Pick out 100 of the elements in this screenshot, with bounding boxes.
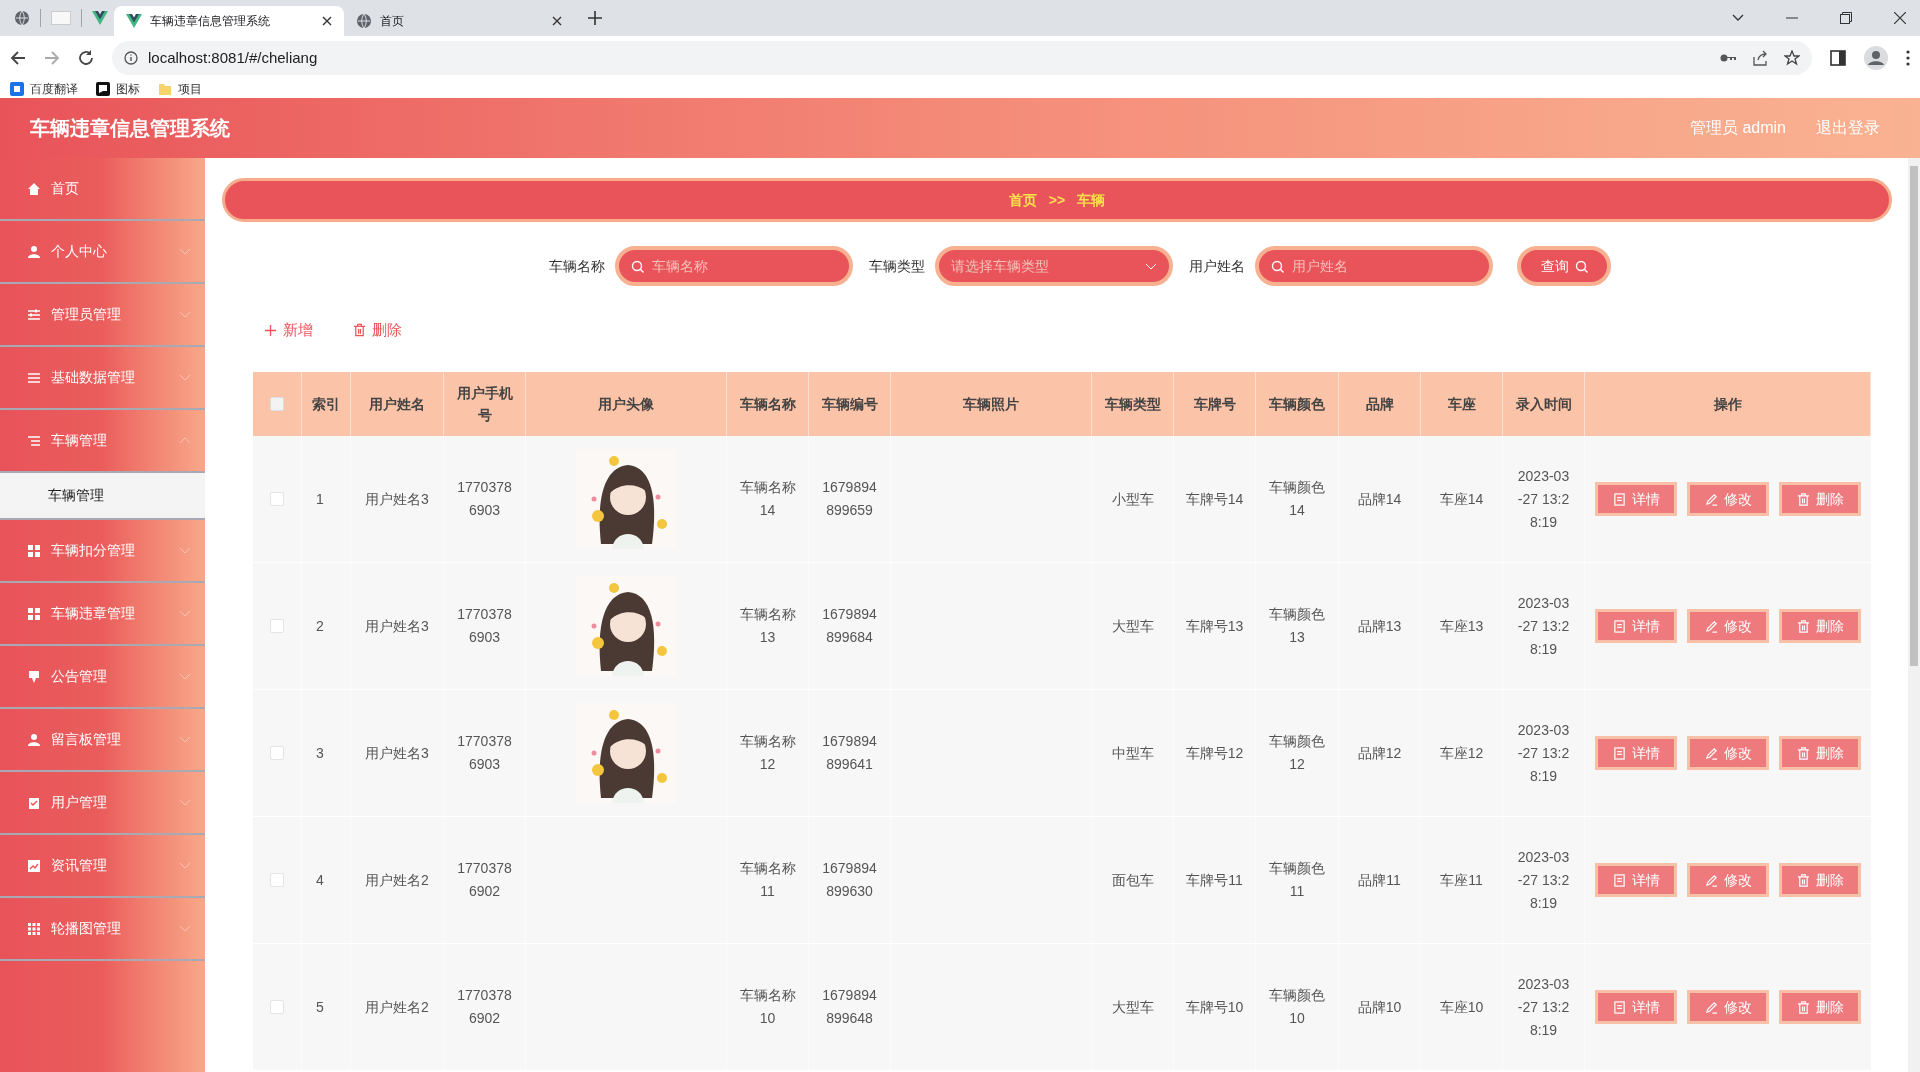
reload-icon[interactable]	[78, 50, 94, 66]
document-icon	[1612, 1000, 1626, 1014]
breadcrumb-link[interactable]: 首页	[1008, 189, 1037, 211]
browser-tab[interactable]: 首页	[344, 6, 574, 36]
back-icon[interactable]	[10, 50, 26, 66]
delete-button[interactable]: 删除	[1779, 990, 1861, 1024]
chevron-down-icon	[179, 373, 191, 382]
person-icon	[27, 732, 41, 747]
breadcrumb-link[interactable]: 车辆	[1077, 189, 1106, 211]
bookmark-link[interactable]: 图标	[116, 80, 140, 98]
document-icon	[1612, 873, 1626, 887]
table-cell-text: 3	[316, 743, 324, 763]
table-cell-text: 车辆名称10	[738, 986, 797, 1028]
table-cell-text: 品牌13	[1357, 616, 1402, 636]
table-cell-text: 车辆颜色13	[1268, 605, 1326, 647]
detail-button[interactable]: 详情	[1595, 863, 1677, 897]
table-cell-text: 5	[316, 997, 324, 1017]
v-logo-icon[interactable]	[92, 11, 108, 25]
row-checkbox[interactable]	[270, 873, 284, 887]
table-cell-text: 17703786903	[456, 732, 513, 774]
search-field[interactable]: 车辆名称	[615, 246, 853, 286]
logout-link[interactable]: 退出登录	[1816, 116, 1880, 140]
key-icon[interactable]	[1720, 53, 1736, 63]
search-field[interactable]: 用户姓名	[1255, 246, 1493, 286]
trash-icon	[1796, 492, 1810, 506]
table-cell-text: 车辆名称11	[738, 859, 797, 901]
bookmark-link[interactable]: 项目	[178, 80, 202, 98]
document-icon	[1612, 746, 1626, 760]
select-field[interactable]: 请选择车辆类型	[935, 246, 1173, 286]
chevron-down-icon	[179, 735, 191, 744]
edit-button[interactable]: 修改	[1687, 609, 1769, 643]
table-cell-text: 车辆颜色14	[1268, 478, 1326, 520]
pencil-icon	[1704, 492, 1718, 506]
row-checkbox[interactable]	[270, 746, 284, 760]
address-bar[interactable]: localhost:8081/#/cheliang	[112, 41, 1812, 75]
edit-button[interactable]: 修改	[1687, 482, 1769, 516]
table-cell-text: 大型车	[1111, 997, 1154, 1017]
delete-button[interactable]: 删除	[1779, 736, 1861, 770]
star-icon[interactable]	[1784, 50, 1800, 66]
edit-button[interactable]: 修改	[1687, 863, 1769, 897]
share-icon[interactable]	[1752, 50, 1768, 66]
document-icon	[1612, 619, 1626, 633]
table-cell-text: 车牌号12	[1185, 743, 1244, 763]
submenu-item[interactable]: 车辆管理	[0, 473, 205, 520]
close-tab-icon[interactable]	[552, 16, 562, 26]
chevron-down-icon[interactable]	[1732, 14, 1744, 22]
menu-icon[interactable]	[1906, 50, 1910, 66]
table-cell-text: 1	[316, 489, 324, 509]
table-cell-text: 2023-03-27 13:28:19	[1516, 974, 1571, 1040]
bookmark-link[interactable]: 百度翻译	[30, 80, 78, 98]
restore-icon[interactable]	[1840, 12, 1852, 24]
table-cell-text: 2023-03-27 13:28:19	[1516, 593, 1571, 659]
globe-icon[interactable]	[14, 10, 30, 26]
table-cell-text: 中型车	[1111, 743, 1154, 763]
delete-button[interactable]: 删除	[1779, 863, 1861, 897]
close-icon[interactable]	[1894, 12, 1906, 24]
table-cell-text: 用户姓名3	[365, 616, 429, 636]
table-cell-text: 车牌号14	[1185, 489, 1244, 509]
chart-icon	[27, 858, 41, 873]
edit-button[interactable]: 修改	[1687, 736, 1769, 770]
delete-button[interactable]: 删除	[1779, 482, 1861, 516]
add-button[interactable]: 新增	[264, 318, 313, 342]
folder-icon	[158, 82, 172, 96]
table-cell-text: 品牌11	[1358, 870, 1401, 890]
search-icon	[631, 259, 644, 273]
select-all-checkbox[interactable]	[270, 397, 284, 411]
side-panel-icon[interactable]	[1830, 50, 1846, 66]
delete-button[interactable]: 删除	[353, 318, 402, 342]
list-icon	[27, 433, 41, 448]
field-label: 车辆类型	[869, 256, 925, 276]
table-cell-text: 1679894899630	[821, 859, 878, 901]
detail-button[interactable]: 详情	[1595, 736, 1677, 770]
table-cell-text: 2023-03-27 13:28:19	[1516, 847, 1571, 913]
scrollbar-thumb[interactable]	[1910, 166, 1918, 666]
search-button[interactable]: 查询	[1517, 246, 1611, 286]
table-cell-text: 品牌12	[1357, 743, 1402, 763]
search-icon	[1574, 259, 1588, 273]
edit-button[interactable]: 修改	[1687, 990, 1769, 1024]
chevron-down-icon	[179, 798, 191, 807]
table-cell-text: 1679894899641	[821, 732, 878, 774]
detail-button[interactable]: 详情	[1595, 482, 1677, 516]
close-tab-icon[interactable]	[322, 16, 332, 26]
browser-tab[interactable]: 车辆违章信息管理系统	[114, 6, 344, 36]
home-icon	[27, 181, 41, 196]
table-cell-text: 车座13	[1439, 616, 1484, 636]
table-cell-text: 车座11	[1440, 870, 1483, 890]
document-icon	[1612, 492, 1626, 506]
row-checkbox[interactable]	[270, 619, 284, 633]
table-cell-text: 品牌14	[1357, 489, 1402, 509]
profile-icon[interactable]	[1864, 46, 1888, 70]
table-cell-text: 车座10	[1439, 997, 1484, 1017]
detail-button[interactable]: 详情	[1595, 990, 1677, 1024]
table-cell-text: 大型车	[1111, 616, 1154, 636]
row-checkbox[interactable]	[270, 492, 284, 506]
delete-button[interactable]: 删除	[1779, 609, 1861, 643]
breadcrumb-separator: >>	[1048, 190, 1066, 210]
sliders-icon	[27, 307, 41, 322]
new-tab-icon[interactable]	[588, 11, 602, 25]
detail-button[interactable]: 详情	[1595, 609, 1677, 643]
row-checkbox[interactable]	[270, 1000, 284, 1014]
